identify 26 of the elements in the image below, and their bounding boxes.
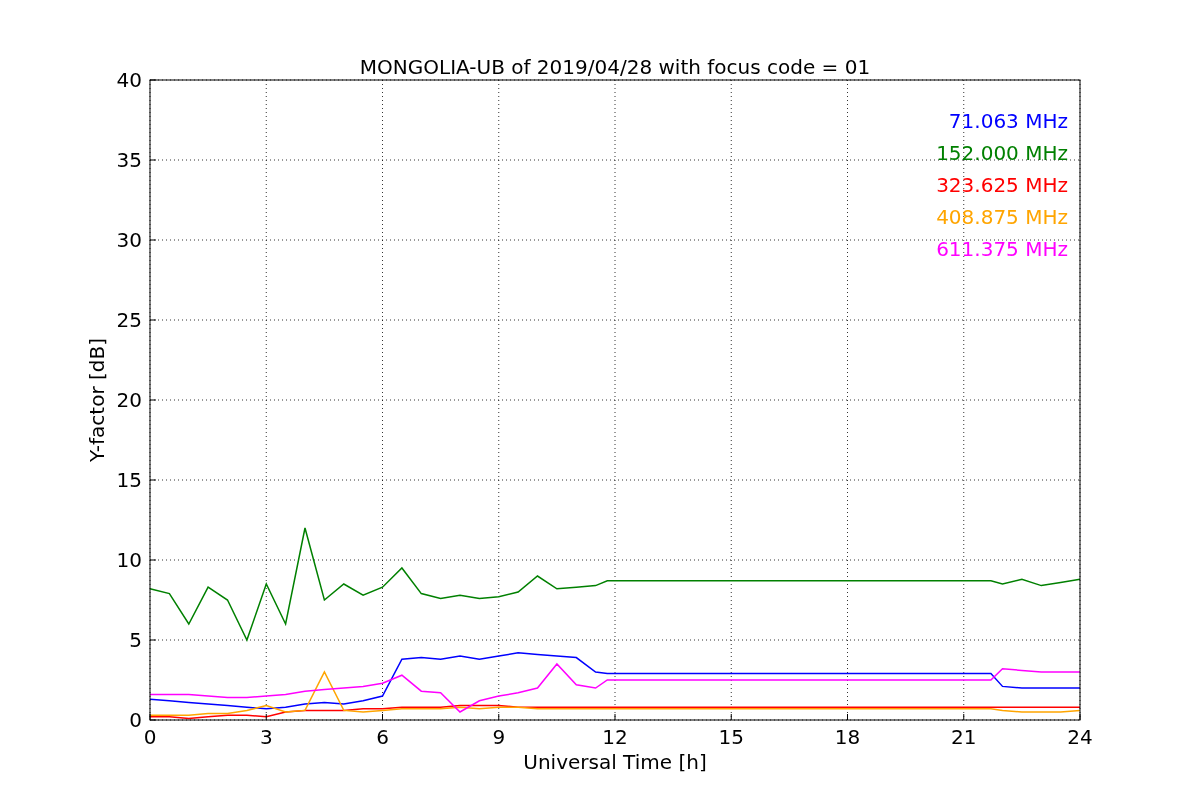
x-tick-label: 21 bbox=[951, 725, 977, 749]
x-tick-label: 9 bbox=[492, 725, 506, 749]
y-tick-label: 15 bbox=[116, 468, 142, 492]
legend-label: 152.000 MHz bbox=[936, 141, 1068, 165]
y-tick-label: 40 bbox=[116, 68, 142, 92]
y-tick-label: 10 bbox=[116, 548, 142, 572]
x-tick-label: 3 bbox=[259, 725, 273, 749]
y-tick-label: 5 bbox=[129, 628, 142, 652]
x-tick-label: 6 bbox=[376, 725, 389, 749]
chart-title: MONGOLIA-UB of 2019/04/28 with focus code = 01 bbox=[359, 55, 871, 79]
legend-label: 611.375 MHz bbox=[936, 237, 1068, 261]
y-tick-label: 20 bbox=[116, 388, 142, 412]
x-tick-label: 24 bbox=[1067, 725, 1093, 749]
y-tick-label: 35 bbox=[116, 148, 142, 172]
x-tick-label: 18 bbox=[834, 725, 861, 749]
x-tick-label: 0 bbox=[143, 725, 157, 749]
y-tick-label: 30 bbox=[116, 228, 142, 252]
legend-label: 71.063 MHz bbox=[948, 109, 1068, 133]
legend-label: 323.625 MHz bbox=[936, 173, 1068, 197]
y-axis-label: Y-factor [dB] bbox=[85, 338, 109, 462]
x-axis-label: Universal Time [h] bbox=[523, 750, 707, 774]
y-tick-label: 0 bbox=[129, 708, 142, 732]
x-tick-label: 15 bbox=[718, 725, 744, 749]
legend-label: 408.875 MHz bbox=[936, 205, 1068, 229]
x-tick-label: 12 bbox=[602, 725, 628, 749]
y-tick-label: 25 bbox=[116, 308, 142, 332]
